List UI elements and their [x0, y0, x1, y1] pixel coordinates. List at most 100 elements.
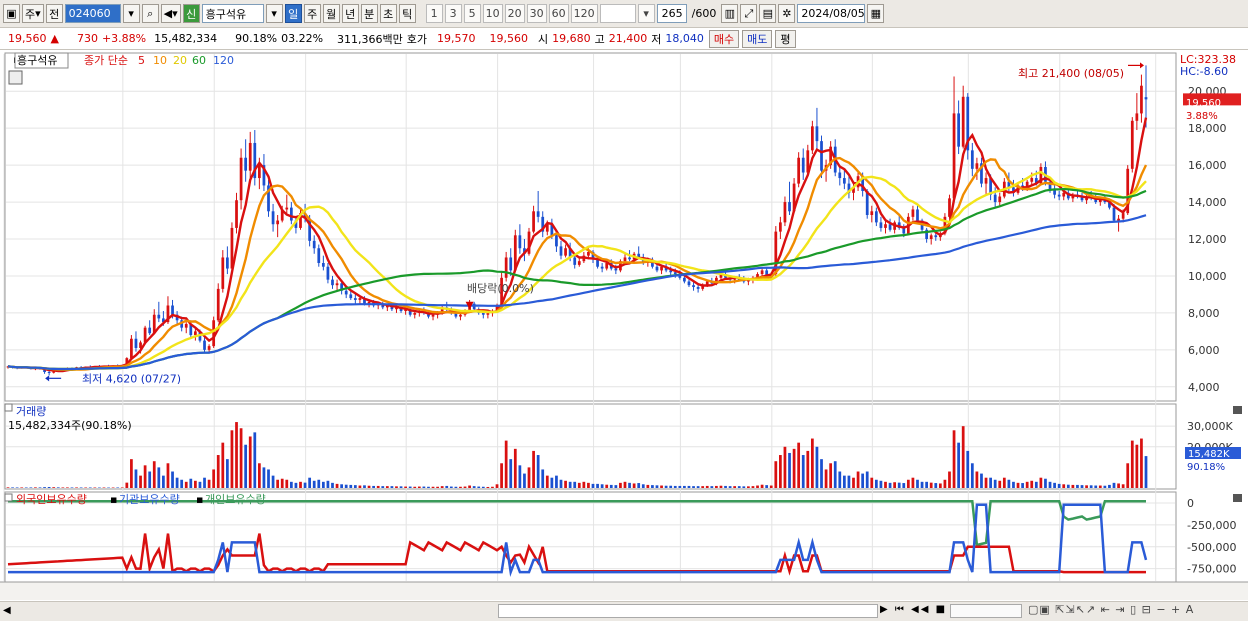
minute-60[interactable]: 60: [548, 4, 569, 23]
candle-body: [788, 202, 791, 212]
candle-body: [207, 346, 211, 350]
scroll-thumb[interactable]: [498, 604, 878, 618]
volume-bar: [929, 482, 933, 488]
volume-bar: [577, 482, 581, 488]
volume-bar: [239, 428, 243, 488]
stock-code-input[interactable]: 024060: [64, 4, 121, 23]
volume-bar: [413, 486, 417, 488]
market-select[interactable]: 주 ▾: [22, 4, 44, 23]
candle-body: [509, 257, 513, 271]
volume-bar: [806, 450, 810, 488]
period-second[interactable]: 초: [379, 4, 397, 23]
volume-bar: [454, 486, 458, 488]
gear-icon[interactable]: ✲: [778, 4, 796, 23]
scroll-left-icon[interactable]: ◀: [3, 605, 15, 618]
date-input[interactable]: 2024/08/05: [797, 4, 866, 23]
period-week[interactable]: 주: [303, 4, 321, 23]
volume-bar: [842, 475, 846, 488]
code-dropdown-icon[interactable]: ▾: [122, 4, 140, 23]
period-year[interactable]: 년: [341, 4, 359, 23]
volume-close-icon[interactable]: [1233, 406, 1242, 414]
bar-count-input[interactable]: 265: [656, 4, 687, 23]
candle-body: [312, 240, 316, 249]
minute-3[interactable]: 3: [444, 4, 462, 23]
candle-body: [1140, 85, 1143, 114]
candle-body: [884, 224, 887, 228]
period-day[interactable]: 일: [284, 4, 302, 23]
scroll-bar[interactable]: ◀ ▶ ⏮ ◀◀ ■ ▶▶ ▢▣ ⇱⇲↖↗ ⇤ ⇥ ▯ ⊟ − + A: [0, 601, 1248, 621]
period-tick[interactable]: 틱: [398, 4, 416, 23]
custom-period-input[interactable]: [599, 4, 636, 23]
save-icon[interactable]: ▤: [759, 4, 777, 23]
minute-30[interactable]: 30: [526, 4, 547, 23]
period-minute[interactable]: 분: [360, 4, 378, 23]
volume-bar: [513, 448, 517, 488]
volume-bar: [349, 484, 353, 488]
volume-bar: [1071, 484, 1075, 488]
chart-type-icon[interactable]: ▥: [721, 4, 739, 23]
speaker-icon[interactable]: ◀▾: [160, 4, 181, 23]
minute-10[interactable]: 10: [482, 4, 503, 23]
volume-bar: [1053, 482, 1056, 488]
candle-body: [628, 257, 631, 260]
volume-bar: [248, 436, 252, 488]
calendar-icon[interactable]: ▦: [867, 4, 885, 23]
minute-20[interactable]: 20: [504, 4, 525, 23]
holdings-close-icon[interactable]: [1233, 494, 1242, 502]
candle-body: [655, 266, 659, 271]
buy-button[interactable]: 매수: [708, 29, 740, 48]
volume-bar: [175, 477, 179, 488]
toolbar: ▣ 주 ▾ 전 024060 ▾ ⌕ ◀▾ 신 흥구석유 ▾ 일 주 월 년 분 …: [0, 0, 1248, 28]
candle-body: [577, 261, 581, 265]
volume-bar: [591, 483, 595, 488]
candle-body: [555, 235, 558, 247]
indicator-icon[interactable]: ⤢: [740, 4, 758, 23]
search-icon[interactable]: ⌕: [141, 4, 159, 23]
volume-bar: [1103, 485, 1107, 488]
stock-chart[interactable]: 20,00018,00016,00014,00012,00010,0008,00…: [0, 50, 1248, 601]
minute-120[interactable]: 120: [570, 4, 598, 23]
volume-bar: [596, 483, 599, 488]
volume-bar: [162, 475, 165, 488]
stock-name-field[interactable]: 흥구석유: [201, 4, 264, 23]
dividend-annotation: 배당락(0.0%): [467, 282, 534, 295]
candle-body: [820, 141, 823, 171]
minute-5[interactable]: 5: [463, 4, 481, 23]
zoom-slider[interactable]: [950, 604, 1022, 618]
candle-body: [216, 288, 220, 321]
window-menu-icon[interactable]: ▣: [3, 4, 20, 23]
tool-icons[interactable]: ▢▣ ⇱⇲↖↗ ⇤ ⇥ ▯ ⊟ − + A: [1028, 603, 1194, 616]
volume-bar: [696, 486, 700, 488]
volume-bar: [15, 487, 19, 488]
period-month[interactable]: 월: [322, 4, 340, 23]
prev-button[interactable]: 전: [45, 4, 63, 23]
candle-body: [194, 331, 197, 336]
minute-1[interactable]: 1: [425, 4, 443, 23]
volume-bar: [70, 487, 74, 488]
average-button[interactable]: 평: [775, 29, 796, 48]
candle-body: [184, 323, 188, 328]
volume-bar: [52, 487, 56, 488]
volume-bar: [404, 486, 407, 488]
volume-bar: [134, 469, 138, 488]
candle-body: [559, 246, 563, 256]
sell-button[interactable]: 매도: [742, 29, 773, 48]
chart-table-icon[interactable]: [8, 70, 23, 85]
volume-bar: [1135, 444, 1139, 488]
volume-tag-text: 15,482K: [1188, 449, 1230, 460]
candle-body: [998, 196, 1002, 203]
quote-bar: 19,560 ▲ 730 +3.88% 15,482,334 90.18% 03…: [0, 28, 1248, 50]
candle-body: [934, 235, 938, 238]
volume-bar: [609, 484, 613, 488]
volume-bar: [509, 459, 513, 488]
volume-bar: [257, 463, 261, 488]
volume-bar: [1085, 485, 1088, 488]
volume-bar: [993, 479, 997, 488]
volume-bar: [760, 484, 764, 488]
volume-bar: [920, 481, 924, 488]
volume-bar: [184, 481, 188, 488]
candle-body: [660, 266, 663, 271]
candle-body: [1144, 97, 1148, 100]
custom-period-dropdown-icon[interactable]: ▾: [637, 4, 655, 23]
name-dropdown-icon[interactable]: ▾: [265, 4, 283, 23]
